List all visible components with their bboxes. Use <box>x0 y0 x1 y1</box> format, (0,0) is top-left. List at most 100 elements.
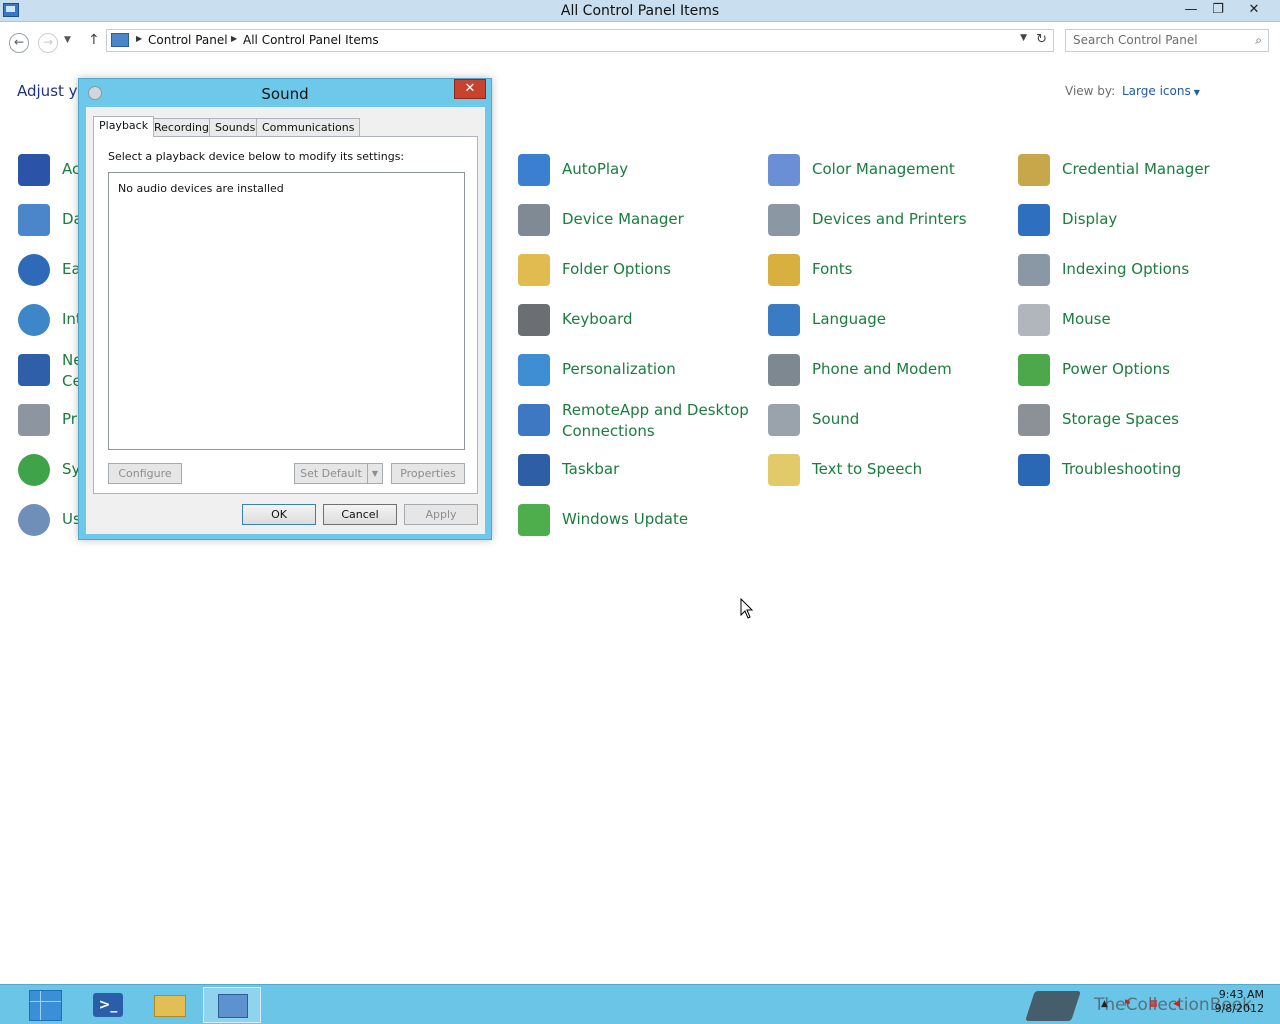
item-label: Devices and Printers <box>812 210 967 228</box>
action-center-icon <box>18 154 50 186</box>
item-label: Windows Update <box>562 510 689 528</box>
search-placeholder: Search Control Panel <box>1073 33 1198 47</box>
chevron-down-icon: ▼ <box>1193 88 1200 97</box>
control-panel-item[interactable]: Fonts <box>768 250 1008 290</box>
recent-locations-chevron-icon[interactable]: ▼ <box>64 35 71 45</box>
action-center-tray-icon[interactable]: ⚑ <box>1123 999 1135 1011</box>
control-panel-item[interactable]: Phone and Modem <box>768 350 1008 390</box>
control-panel-item[interactable]: Indexing Options <box>1018 250 1258 290</box>
control-panel-item[interactable]: Pr <box>18 400 78 440</box>
control-panel-item[interactable]: Devices and Printers <box>768 200 1008 240</box>
close-button[interactable]: ✕ <box>1232 0 1276 20</box>
start-button[interactable] <box>28 987 86 1023</box>
control-panel-item[interactable]: Mouse <box>1018 300 1258 340</box>
control-panel-item[interactable]: Storage Spaces <box>1018 400 1258 440</box>
control-panel-item[interactable]: Da <box>18 200 83 240</box>
mouse-icon <box>1018 304 1050 336</box>
view-by-value: Large icons <box>1122 84 1191 98</box>
breadcrumb-all-items[interactable]: All Control Panel Items <box>243 33 379 47</box>
control-panel-item[interactable]: Device Manager <box>518 200 758 240</box>
powershell-taskbar-button[interactable]: >_ <box>79 987 137 1023</box>
control-panel-item[interactable]: Display <box>1018 200 1258 240</box>
control-panel-item[interactable]: Troubleshooting <box>1018 450 1258 490</box>
address-dropdown-icon[interactable]: ▼ <box>1020 33 1027 43</box>
item-label: Storage Spaces <box>1062 410 1179 428</box>
search-input[interactable]: Search Control Panel ⌕ <box>1065 29 1269 52</box>
mouse-cursor-icon <box>740 598 754 619</box>
internet-options-icon <box>18 304 50 336</box>
control-panel-item[interactable]: Ea <box>18 250 81 290</box>
breadcrumb-control-panel[interactable]: Control Panel <box>148 33 228 47</box>
color-management-icon <box>768 154 800 186</box>
control-panel-item[interactable]: Int <box>18 300 82 340</box>
set-default-button[interactable]: Set Default <box>294 463 368 484</box>
volume-tray-icon[interactable]: ◀ <box>1173 999 1185 1011</box>
empty-list-message: No audio devices are installed <box>118 182 284 195</box>
properties-button[interactable]: Properties <box>391 463 465 484</box>
minimize-button[interactable]: — <box>1178 0 1204 20</box>
control-panel-item[interactable]: Text to Speech <box>768 450 1008 490</box>
fonts-icon <box>768 254 800 286</box>
indexing-options-icon <box>1018 254 1050 286</box>
configure-button[interactable]: Configure <box>108 463 182 484</box>
control-panel-item[interactable]: Keyboard <box>518 300 758 340</box>
view-by-dropdown[interactable]: Large icons ▼ <box>1122 84 1200 98</box>
breadcrumb-separator-icon[interactable]: ▶ <box>136 34 142 43</box>
devices-printers-icon <box>768 204 800 236</box>
network-tray-icon[interactable]: ▦ <box>1149 999 1161 1011</box>
set-default-dropdown-icon[interactable]: ▼ <box>367 463 383 484</box>
control-panel-item[interactable]: Us <box>18 500 81 540</box>
ok-button[interactable]: OK <box>242 504 316 525</box>
control-panel-item[interactable]: Taskbar <box>518 450 758 490</box>
restore-button[interactable]: ❐ <box>1205 0 1231 20</box>
address-bar[interactable]: ▶ Control Panel ▶ All Control Panel Item… <box>106 29 1054 52</box>
up-arrow-icon[interactable]: ↑ <box>88 32 100 48</box>
navigation-bar: ← → ▼ ↑ ▶ Control Panel ▶ All Control Pa… <box>0 23 1280 59</box>
item-label: Credential Manager <box>1062 160 1210 178</box>
control-panel-item[interactable]: Language <box>768 300 1008 340</box>
autoplay-icon <box>518 154 550 186</box>
cancel-button[interactable]: Cancel <box>323 504 397 525</box>
item-label: Indexing Options <box>1062 260 1190 278</box>
programs-features-icon <box>18 404 50 436</box>
control-panel-item[interactable]: Personalization <box>518 350 758 390</box>
back-button[interactable]: ← <box>9 33 29 53</box>
credential-manager-icon <box>1018 154 1050 186</box>
breadcrumb-separator-icon[interactable]: ▶ <box>231 34 237 43</box>
control-panel-item[interactable]: Folder Options <box>518 250 758 290</box>
control-panel-item[interactable]: Sy <box>18 450 80 490</box>
tray-expand-icon[interactable]: ▲ <box>1101 999 1113 1011</box>
control-panel-icon <box>218 994 248 1018</box>
control-panel-item[interactable]: Ne Ce <box>18 350 82 394</box>
dialog-close-button[interactable]: ✕ <box>454 79 486 99</box>
control-panel-item[interactable]: AutoPlay <box>518 150 758 190</box>
personalization-icon <box>518 354 550 386</box>
apply-button[interactable]: Apply <box>404 504 478 525</box>
device-manager-icon <box>518 204 550 236</box>
control-panel-item[interactable]: Power Options <box>1018 350 1258 390</box>
network-sharing-icon <box>18 354 50 386</box>
control-panel-item[interactable]: Ac <box>18 150 80 190</box>
clock[interactable]: 9:43 AM 9/8/2012 <box>1200 988 1264 1016</box>
forward-button[interactable]: → <box>38 33 58 53</box>
playback-device-list[interactable]: No audio devices are installed <box>108 172 465 450</box>
control-panel-item[interactable]: Sound <box>768 400 1008 440</box>
tab-playback[interactable]: Playback <box>93 116 155 137</box>
tab-sounds[interactable]: Sounds <box>209 118 262 136</box>
control-panel-item[interactable]: Color Management <box>768 150 1008 190</box>
explorer-taskbar-button[interactable] <box>141 987 199 1023</box>
control-panel-item[interactable]: Windows Update <box>518 500 758 540</box>
window-title: All Control Panel Items <box>560 3 720 19</box>
control-panel-item[interactable]: RemoteApp and Desktop Connections <box>518 400 758 440</box>
tab-communications[interactable]: Communications <box>256 118 361 136</box>
search-icon[interactable]: ⌕ <box>1255 33 1262 48</box>
taskbar-icon <box>518 454 550 486</box>
tab-recording[interactable]: Recording <box>148 118 216 136</box>
refresh-icon[interactable]: ↻ <box>1036 32 1047 47</box>
control-panel-taskbar-button[interactable] <box>203 987 261 1023</box>
windows-update-icon <box>518 504 550 536</box>
control-panel-item[interactable]: Credential Manager <box>1018 150 1258 190</box>
item-label: Text to Speech <box>812 460 923 478</box>
troubleshooting-icon <box>1018 454 1050 486</box>
text-to-speech-icon <box>768 454 800 486</box>
